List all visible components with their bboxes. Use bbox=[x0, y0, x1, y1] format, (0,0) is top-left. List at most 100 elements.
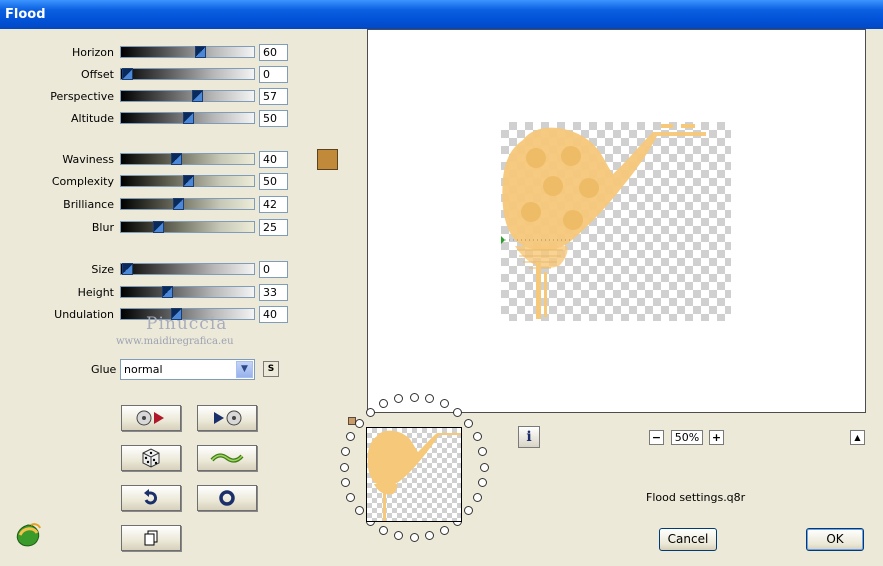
arrow-to-disc-icon bbox=[214, 410, 242, 426]
glue-s-button[interactable]: S bbox=[263, 361, 279, 377]
navigator-thumbnail[interactable] bbox=[366, 427, 462, 522]
ring-dot[interactable] bbox=[477, 446, 487, 456]
ring-dot[interactable] bbox=[379, 525, 389, 535]
filter-logo-icon bbox=[16, 523, 41, 547]
slider-track-perspective[interactable] bbox=[120, 90, 255, 102]
ring-dot[interactable] bbox=[472, 432, 482, 442]
slider-value-perspective[interactable]: 57 bbox=[259, 88, 288, 105]
slider-value-horizon[interactable]: 60 bbox=[259, 44, 288, 61]
ring-dot[interactable] bbox=[409, 532, 419, 542]
slider-value-height[interactable]: 33 bbox=[259, 284, 288, 301]
slider-thumb[interactable] bbox=[152, 221, 164, 233]
reset-button[interactable] bbox=[197, 485, 257, 511]
ring-dot[interactable] bbox=[339, 462, 349, 472]
slider-thumb[interactable] bbox=[122, 263, 133, 275]
slider-label: Offset bbox=[80, 68, 114, 81]
disc-to-arrow-icon bbox=[136, 410, 164, 426]
ring-dot[interactable] bbox=[477, 478, 487, 488]
slider-track-complexity[interactable] bbox=[120, 175, 255, 187]
zoom-in-button[interactable]: + bbox=[709, 430, 724, 445]
info-button[interactable]: i bbox=[518, 426, 540, 448]
slider-track-blur[interactable] bbox=[120, 221, 255, 233]
dialog-body: Horizon 60 Offset 0 Perspective 57 Altitude 50 W… bbox=[0, 29, 883, 566]
ring-dot[interactable] bbox=[453, 407, 463, 417]
ring-dot[interactable] bbox=[464, 506, 474, 516]
slider-track-brilliance[interactable] bbox=[120, 198, 255, 210]
slider-value-offset[interactable]: 0 bbox=[259, 66, 288, 83]
glue-select[interactable]: normal ▼ bbox=[120, 359, 255, 380]
ok-button[interactable]: OK bbox=[806, 528, 864, 551]
slider-value-size[interactable]: 0 bbox=[259, 261, 288, 278]
collapse-up-button[interactable]: ▲ bbox=[850, 430, 865, 445]
cancel-button[interactable]: Cancel bbox=[659, 528, 717, 551]
slider-thumb[interactable] bbox=[162, 286, 174, 298]
zoom-level: 50% bbox=[671, 430, 703, 445]
ring-dot[interactable] bbox=[409, 392, 419, 402]
undo-icon bbox=[144, 489, 158, 505]
slider-track-size[interactable] bbox=[120, 263, 255, 275]
randomize-button[interactable] bbox=[121, 445, 181, 471]
slider-thumb[interactable] bbox=[173, 198, 185, 210]
slider-label: Perspective bbox=[50, 90, 114, 103]
slider-label: Undulation bbox=[54, 308, 114, 321]
ring-dot[interactable] bbox=[472, 492, 482, 502]
preview-image bbox=[501, 122, 731, 321]
slider-thumb[interactable] bbox=[191, 90, 203, 102]
slider-label: Size bbox=[91, 263, 114, 276]
ring-dot[interactable] bbox=[346, 432, 356, 442]
slider-label: Brilliance bbox=[63, 198, 114, 211]
slider-value-altitude[interactable]: 50 bbox=[259, 110, 288, 127]
slider-row-height: Height 33 bbox=[0, 284, 300, 302]
slider-track-offset[interactable] bbox=[120, 68, 255, 80]
wave-button[interactable] bbox=[197, 445, 257, 471]
watermark-site: www.maidiregrafica.eu bbox=[116, 336, 234, 347]
slider-track-horizon[interactable] bbox=[120, 46, 255, 58]
copy-pages-icon bbox=[144, 530, 158, 546]
slider-track-height[interactable] bbox=[120, 286, 255, 298]
chevron-down-icon[interactable]: ▼ bbox=[236, 361, 253, 378]
slider-value-undulation[interactable]: 40 bbox=[259, 306, 288, 323]
ring-dot[interactable] bbox=[354, 506, 364, 516]
slider-row-blur: Blur 25 bbox=[0, 219, 300, 237]
zoom-out-button[interactable]: − bbox=[649, 430, 664, 445]
wave-icon bbox=[210, 453, 244, 463]
slider-value-complexity[interactable]: 50 bbox=[259, 173, 288, 190]
ring-dot[interactable] bbox=[479, 462, 489, 472]
slider-label: Waviness bbox=[62, 153, 114, 166]
ring-dot[interactable] bbox=[346, 492, 356, 502]
slider-thumb[interactable] bbox=[122, 68, 133, 80]
glue-select-value: normal bbox=[124, 363, 163, 376]
save-preset-button[interactable] bbox=[197, 405, 257, 431]
slider-track-waviness[interactable] bbox=[120, 153, 255, 165]
watermark-name: Pinuccia bbox=[146, 314, 228, 334]
slider-row-brilliance: Brilliance 42 bbox=[0, 196, 300, 214]
slider-label: Altitude bbox=[71, 112, 114, 125]
slider-value-blur[interactable]: 25 bbox=[259, 219, 288, 236]
load-preset-button[interactable] bbox=[121, 405, 181, 431]
slider-thumb[interactable] bbox=[195, 46, 207, 58]
slider-value-brilliance[interactable]: 42 bbox=[259, 196, 288, 213]
slider-row-size: Size 0 bbox=[0, 261, 300, 279]
copy-button[interactable] bbox=[121, 525, 181, 551]
ring-dot[interactable] bbox=[341, 446, 351, 456]
ring-dot[interactable] bbox=[341, 478, 351, 488]
ring-dot[interactable] bbox=[439, 525, 449, 535]
slider-track-altitude[interactable] bbox=[120, 112, 255, 124]
slider-row-offset: Offset 0 bbox=[0, 66, 300, 84]
slider-label: Height bbox=[77, 286, 114, 299]
ring-dot[interactable] bbox=[393, 530, 403, 540]
ring-dot[interactable] bbox=[365, 407, 375, 417]
slider-thumb[interactable] bbox=[170, 153, 182, 165]
ring-dot[interactable] bbox=[425, 530, 435, 540]
ring-dot[interactable] bbox=[464, 418, 474, 428]
preview-canvas[interactable] bbox=[367, 29, 866, 413]
slider-row-waviness: Waviness 40 bbox=[0, 151, 300, 169]
slider-value-waviness[interactable]: 40 bbox=[259, 151, 288, 168]
slider-thumb[interactable] bbox=[183, 112, 194, 124]
slider-label: Complexity bbox=[51, 175, 114, 188]
flood-color-swatch[interactable] bbox=[317, 149, 338, 170]
slider-row-complexity: Complexity 50 bbox=[0, 173, 300, 191]
undo-button[interactable] bbox=[121, 485, 181, 511]
slider-thumb[interactable] bbox=[183, 175, 194, 187]
ring-dot[interactable] bbox=[354, 418, 364, 428]
